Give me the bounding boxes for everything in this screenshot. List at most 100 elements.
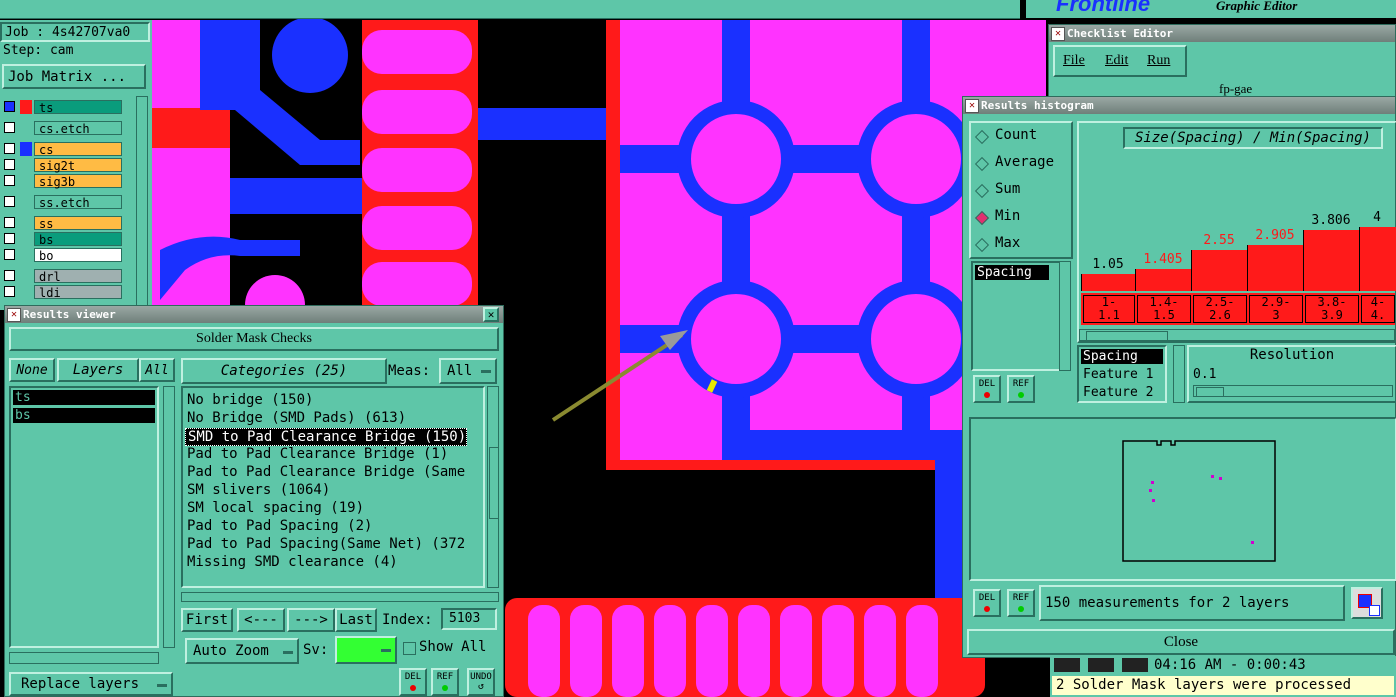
layer-row[interactable]: cs.etch — [4, 121, 134, 136]
histogram-bar[interactable] — [1247, 245, 1304, 291]
first-button[interactable]: First — [181, 608, 233, 632]
layer-checkbox[interactable] — [4, 159, 15, 170]
next-button[interactable]: ---> — [287, 608, 335, 632]
close-icon[interactable]: ✕ — [1051, 27, 1065, 41]
mode-option-sum[interactable]: Sum — [971, 181, 1071, 201]
category-item[interactable]: No bridge (150) — [185, 392, 313, 408]
window-menu-icon[interactable]: ✕ — [965, 99, 979, 113]
radio-icon[interactable] — [974, 129, 990, 145]
radio-icon[interactable] — [974, 156, 990, 172]
layer-checkbox[interactable] — [4, 101, 15, 112]
layer-checkbox[interactable] — [4, 270, 15, 281]
layer-name[interactable]: bs — [34, 232, 122, 247]
layer-list-item[interactable]: bs — [13, 408, 155, 423]
attr-option-feature1[interactable]: Feature 1 — [1081, 367, 1153, 382]
layer-checkbox[interactable] — [4, 249, 15, 260]
layer-list-item[interactable]: ts — [13, 390, 155, 405]
tool-icon-1[interactable] — [1054, 658, 1080, 672]
mode-option-min[interactable]: Min — [971, 208, 1071, 228]
last-button[interactable]: Last — [335, 608, 377, 632]
scroll-thumb[interactable] — [1086, 331, 1168, 341]
auto-zoom-dropdown[interactable]: Auto Zoom — [185, 638, 299, 664]
slider-thumb[interactable] — [1196, 387, 1224, 397]
hist-ref-button[interactable]: REF — [1007, 375, 1035, 403]
layer-checkbox[interactable] — [4, 217, 15, 228]
tool-icon-2[interactable] — [1088, 658, 1114, 672]
category-scrollbar[interactable] — [487, 386, 499, 588]
category-item[interactable]: Pad to Pad Spacing (2) — [185, 518, 372, 534]
layer-name[interactable]: cs.etch — [34, 121, 122, 136]
radio-icon[interactable] — [974, 183, 990, 199]
resolution-slider[interactable] — [1193, 385, 1393, 397]
category-list[interactable]: No bridge (150) No Bridge (SMD Pads) (613… — [181, 386, 485, 588]
scroll-thumb[interactable] — [489, 447, 499, 519]
menu-edit[interactable]: Edit — [1105, 53, 1128, 69]
layer-row[interactable]: bo — [4, 248, 134, 263]
layer-list-hscroll[interactable] — [9, 652, 159, 664]
layer-row[interactable]: cs — [4, 142, 134, 157]
layer-name[interactable]: sig3b — [34, 174, 122, 189]
mode-option-count[interactable]: Count — [971, 127, 1071, 147]
layer-list-scrollbar[interactable] — [163, 386, 175, 648]
attr-select-scrollbar[interactable] — [1173, 345, 1185, 403]
window-menu-icon[interactable]: ✕ — [7, 308, 21, 322]
replace-layers-dropdown[interactable]: Replace layers — [9, 672, 173, 696]
layer-checkbox[interactable] — [4, 286, 15, 297]
layer-name[interactable]: ss.etch — [34, 195, 122, 210]
layer-row[interactable]: ldi — [4, 285, 134, 300]
show-all-checkbox[interactable] — [403, 642, 416, 655]
category-item[interactable]: SM local spacing (19) — [185, 500, 364, 516]
layer-name[interactable]: sig2t — [34, 158, 122, 173]
histogram-titlebar[interactable]: ✕ Results histogram — [963, 97, 1395, 114]
job-matrix-button[interactable]: Job Matrix ... — [2, 64, 146, 89]
board-preview[interactable] — [969, 417, 1396, 581]
results-viewer-close-button[interactable]: ✕ — [483, 307, 499, 322]
layer-checkbox[interactable] — [4, 122, 15, 133]
menu-file[interactable]: File — [1063, 53, 1085, 69]
histogram-attr-select[interactable]: Spacing Feature 1 Feature 2 — [1077, 345, 1167, 403]
layers-all-button[interactable]: All — [139, 358, 175, 382]
histogram-bar[interactable] — [1081, 274, 1136, 291]
preview-ref-button[interactable]: REF — [1007, 589, 1035, 617]
radio-icon[interactable] — [974, 210, 990, 226]
ref-button[interactable]: REF — [431, 668, 459, 696]
layer-row[interactable]: sig2t — [4, 158, 134, 173]
category-item[interactable]: Pad to Pad Spacing(Same Net) (372 — [185, 536, 465, 552]
layer-name[interactable]: ldi — [34, 285, 122, 300]
index-input[interactable]: 5103 — [441, 608, 497, 630]
attr-list-selected[interactable]: Spacing — [975, 265, 1049, 280]
chart-hscroll[interactable] — [1079, 329, 1395, 341]
layer-select-list[interactable]: ts bs — [9, 386, 159, 648]
category-item[interactable]: Pad to Pad Clearance Bridge (1) — [185, 446, 448, 462]
layers-none-button[interactable]: None — [9, 358, 55, 382]
layer-row[interactable]: ts — [4, 100, 134, 115]
sv-color-dropdown[interactable] — [335, 636, 397, 664]
export-icon[interactable] — [1351, 587, 1383, 619]
layer-checkbox[interactable] — [4, 175, 15, 186]
mode-option-average[interactable]: Average — [971, 154, 1071, 174]
layer-name[interactable]: ts — [34, 100, 122, 115]
results-viewer-titlebar[interactable]: ✕ Results viewer — [5, 306, 503, 323]
prev-button[interactable]: <--- — [237, 608, 285, 632]
layer-row[interactable]: sig3b — [4, 174, 134, 189]
category-item[interactable]: Missing SMD clearance (4) — [185, 554, 398, 570]
layer-checkbox[interactable] — [4, 196, 15, 207]
layer-checkbox[interactable] — [4, 233, 15, 244]
category-hscroll[interactable] — [181, 592, 499, 602]
layer-color-swatch[interactable] — [20, 142, 32, 156]
layer-color-swatch[interactable] — [20, 100, 32, 114]
layer-row[interactable]: drl — [4, 269, 134, 284]
histogram-bar[interactable] — [1359, 227, 1396, 291]
histogram-bar[interactable] — [1135, 269, 1192, 291]
menu-run[interactable]: Run — [1147, 53, 1170, 69]
layer-name[interactable]: cs — [34, 142, 122, 157]
category-item[interactable]: Pad to Pad Clearance Bridge (Same — [185, 464, 465, 480]
category-item[interactable]: SM slivers (1064) — [185, 482, 330, 498]
radio-icon[interactable] — [974, 237, 990, 253]
category-item[interactable]: SMD to Pad Clearance Bridge (150) — [185, 428, 468, 446]
layer-name[interactable]: ss — [34, 216, 122, 231]
undo-button[interactable]: UNDO ↺ — [467, 668, 495, 696]
histogram-close-button[interactable]: Close — [967, 629, 1395, 655]
layer-scrollbar[interactable] — [136, 96, 148, 308]
tool-icon-3[interactable] — [1122, 658, 1148, 672]
